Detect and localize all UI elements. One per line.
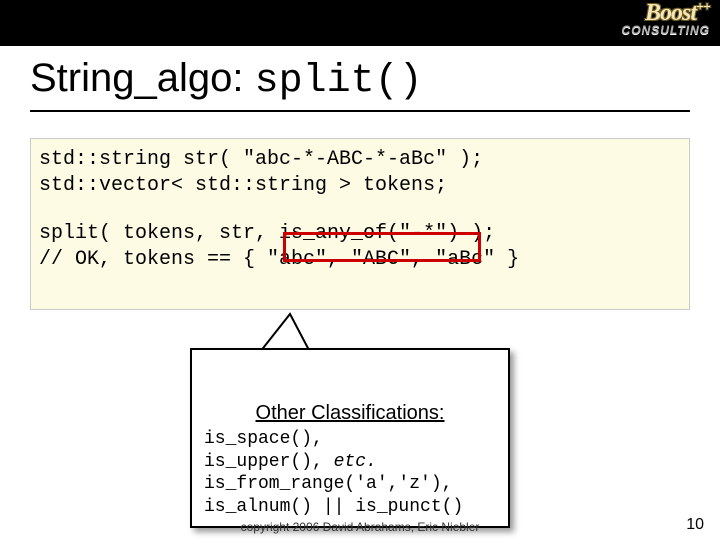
code-line-3: split( tokens, str, is_any_of("-*") ); bbox=[39, 222, 495, 245]
title-mono: split() bbox=[255, 59, 423, 104]
code-line-1: std::string str( "abc-*-ABC-*-aBc" ); bbox=[39, 148, 483, 171]
callout-line-4: is_alnum() || is_punct() bbox=[204, 497, 463, 517]
logo-text: Boost++ bbox=[622, 2, 710, 25]
callout-line-3: is_from_range('a','z'), bbox=[204, 474, 452, 494]
callout-title: Other Classifications: bbox=[204, 401, 496, 426]
logo-sup: ++ bbox=[696, 0, 710, 15]
code-line-4: // OK, tokens == { "abc", "ABC", "aBc" } bbox=[39, 248, 519, 271]
callout-line-1: is_space(), bbox=[204, 429, 323, 449]
title-prefix: String_algo: bbox=[30, 56, 255, 100]
callout-line-2b: etc. bbox=[334, 452, 377, 472]
page-number: 10 bbox=[686, 516, 704, 534]
title-rule bbox=[30, 110, 690, 112]
slide-title: String_algo: split() bbox=[0, 46, 720, 110]
code-line-2: std::vector< std::string > tokens; bbox=[39, 174, 447, 197]
code-block: std::string str( "abc-*-ABC-*-aBc" ); st… bbox=[30, 138, 690, 310]
copyright-footer: copyright 2006 David Abrahams, Eric Nieb… bbox=[0, 520, 720, 534]
top-bar: Boost++ CONSULTING bbox=[0, 0, 720, 46]
logo-subtitle: CONSULTING bbox=[622, 23, 710, 37]
logo: Boost++ CONSULTING bbox=[622, 2, 710, 37]
callout-line-2a: is_upper(), bbox=[204, 452, 334, 472]
callout: Other Classifications: is_space(), is_upp… bbox=[190, 348, 510, 528]
